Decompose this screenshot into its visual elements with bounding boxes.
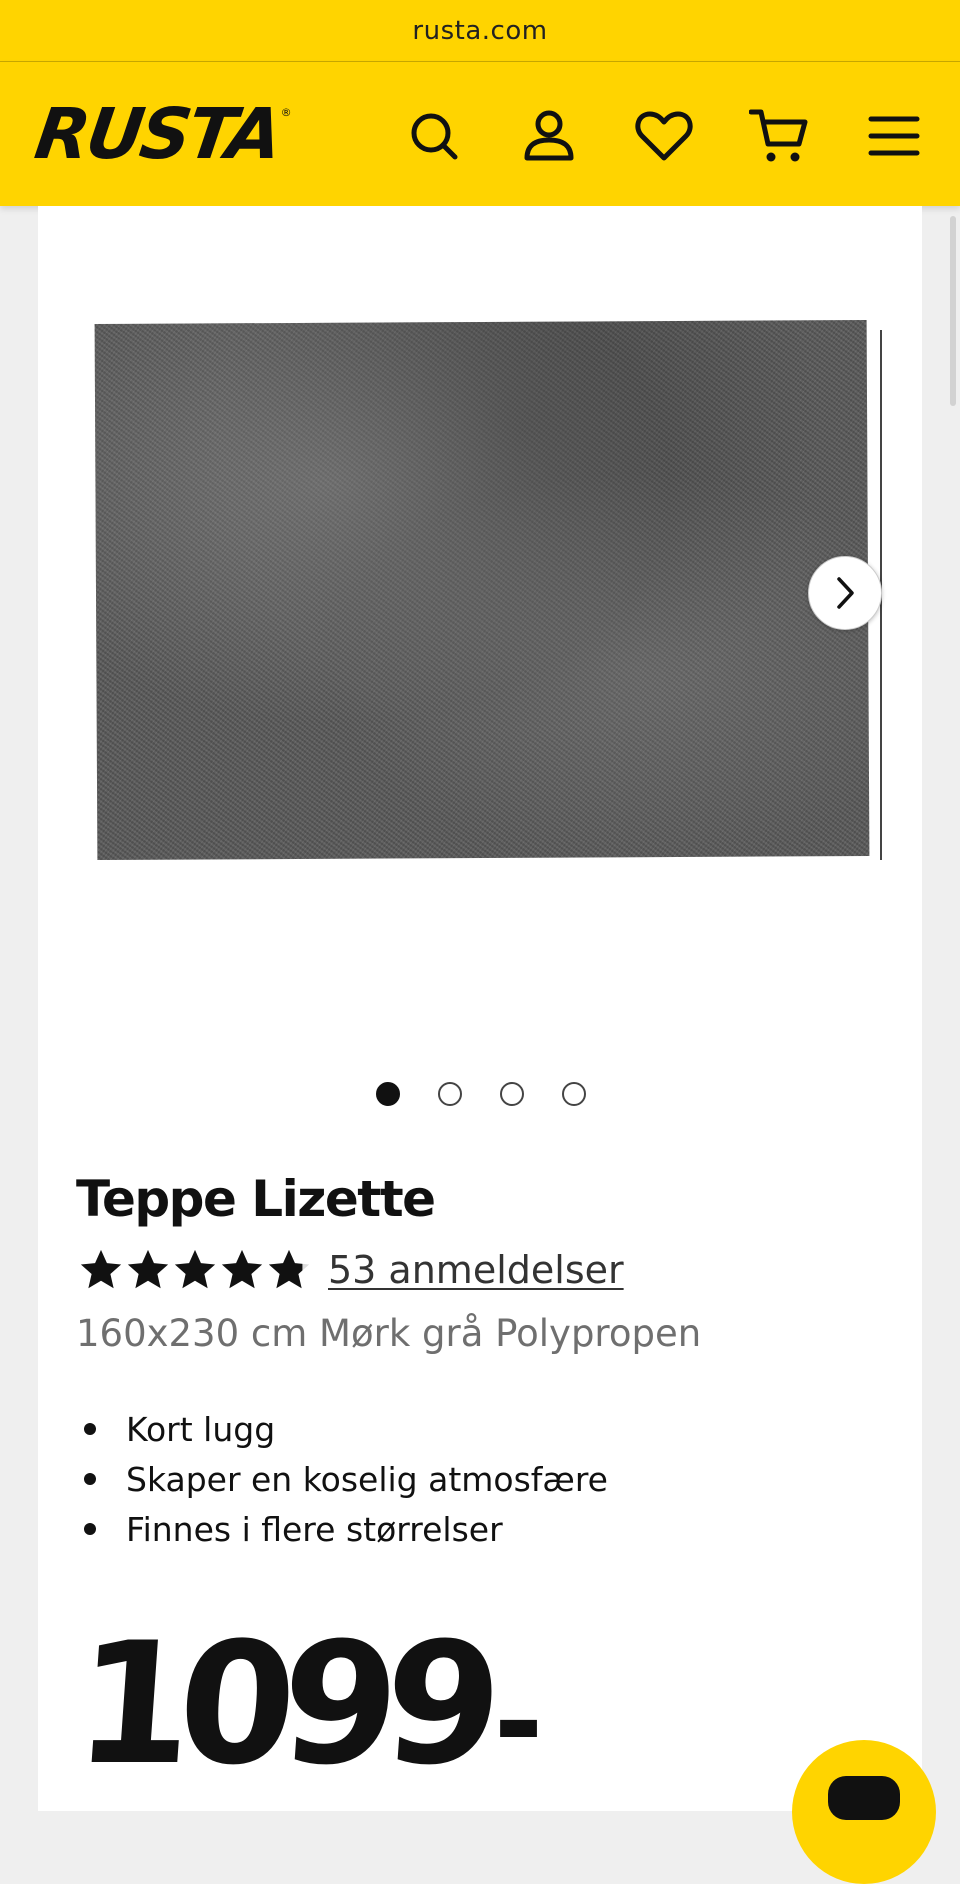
gallery-next-button[interactable] (808, 556, 882, 630)
account-icon (524, 110, 574, 161)
page-scrollbar[interactable] (950, 216, 956, 406)
heart-icon (635, 111, 693, 161)
gallery-dot-1[interactable] (376, 1082, 400, 1106)
url-text: rusta.com (412, 15, 548, 46)
browser-url-bar[interactable]: rusta.com (0, 0, 960, 62)
gallery-dot-3[interactable] (500, 1082, 524, 1106)
star-icon (174, 1249, 216, 1289)
site-header: RUSTA ® (0, 62, 960, 206)
list-item: Skaper en koselig atmosfære (82, 1454, 608, 1504)
account-button[interactable] (517, 104, 581, 168)
list-item: Kort lugg (82, 1404, 608, 1454)
rating-stars (78, 1247, 312, 1293)
price-suffix: - (493, 1653, 544, 1792)
feature-text: Kort lugg (126, 1409, 276, 1449)
rusta-logo[interactable]: RUSTA ® (30, 93, 291, 175)
search-button[interactable] (402, 104, 466, 168)
chevron-right-icon (837, 577, 854, 609)
product-rating: 53 anmeldelser (78, 1240, 624, 1300)
bullet-icon (84, 1423, 96, 1435)
search-icon (411, 113, 458, 160)
feature-text: Skaper en koselig atmosfære (126, 1459, 608, 1499)
product-title: Teppe Lizette (76, 1170, 436, 1228)
bullet-icon (84, 1473, 96, 1485)
product-image-rug (94, 319, 870, 861)
cart-icon (749, 109, 808, 162)
wishlist-button[interactable] (632, 104, 696, 168)
price-value: 1099 (69, 1606, 495, 1802)
chat-icon (828, 1776, 900, 1820)
star-icon (80, 1249, 122, 1289)
list-item: Finnes i flere størrelser (82, 1504, 608, 1554)
cart-button[interactable] (748, 104, 812, 168)
feature-text: Finnes i flere størrelser (126, 1509, 503, 1549)
product-price: 1099 - (69, 1606, 544, 1802)
product-features-list: Kort lugg Skaper en koselig atmosfære Fi… (82, 1404, 608, 1554)
product-image-gallery[interactable] (58, 318, 882, 878)
gallery-dot-2[interactable] (438, 1082, 462, 1106)
menu-button[interactable] (862, 104, 926, 168)
menu-icon (868, 116, 920, 156)
logo-text: RUSTA (30, 93, 285, 175)
reviews-link[interactable]: 53 anmeldelser (328, 1248, 624, 1292)
bullet-icon (84, 1523, 96, 1535)
gallery-pagination (0, 1082, 960, 1112)
star-icon (221, 1249, 263, 1289)
chat-button[interactable] (792, 1740, 936, 1884)
gallery-dot-4[interactable] (562, 1082, 586, 1106)
star-partial-icon (268, 1249, 310, 1289)
star-icon (127, 1249, 169, 1289)
product-variant-description: 160x230 cm Mørk grå Polypropen (76, 1312, 702, 1355)
